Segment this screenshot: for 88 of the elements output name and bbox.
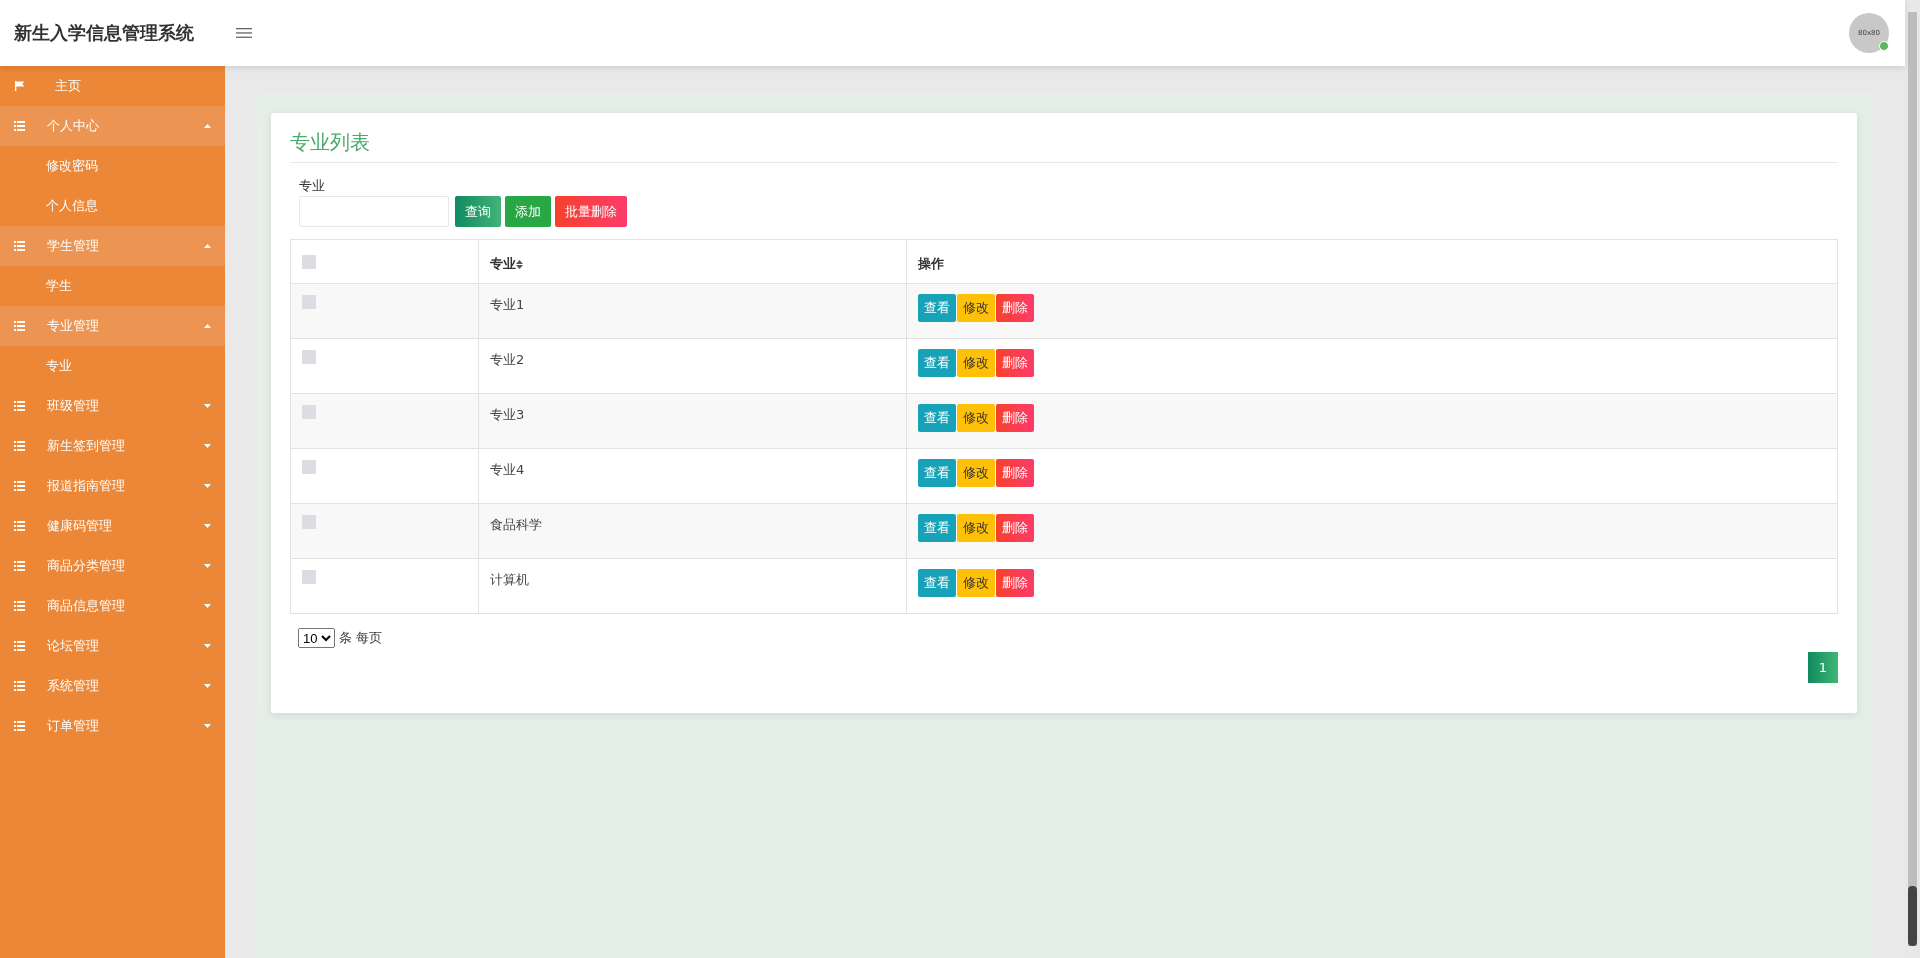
caret-icon — [204, 724, 211, 728]
caret-icon — [204, 644, 211, 648]
checkbox[interactable] — [302, 295, 316, 309]
table-cell: 专业1 — [478, 283, 907, 339]
view-button[interactable]: 查看 — [918, 459, 956, 487]
caret-icon — [204, 484, 211, 488]
list-icon — [14, 401, 25, 411]
table-cell: 专业3 — [478, 393, 907, 449]
column-header: 操作 — [906, 239, 1838, 284]
view-button[interactable]: 查看 — [918, 349, 956, 377]
list-icon — [14, 241, 25, 251]
view-button[interactable]: 查看 — [918, 294, 956, 322]
column-header[interactable]: 专业 — [478, 239, 907, 284]
add-button[interactable]: 添加 — [505, 196, 551, 227]
checkbox[interactable] — [302, 405, 316, 419]
search-button[interactable]: 查询 — [455, 196, 501, 227]
nav-group[interactable]: 班级管理 — [0, 386, 225, 426]
caret-icon — [204, 604, 211, 608]
nav-group[interactable]: 商品信息管理 — [0, 586, 225, 626]
sort-icon[interactable] — [516, 260, 523, 269]
delete-button[interactable]: 删除 — [996, 349, 1034, 377]
edit-button[interactable]: 修改 — [957, 569, 995, 597]
edit-button[interactable]: 修改 — [957, 349, 995, 377]
list-icon — [14, 521, 25, 531]
nav-group[interactable]: 商品分类管理 — [0, 546, 225, 586]
edit-button[interactable]: 修改 — [957, 459, 995, 487]
nav-group[interactable]: 系统管理 — [0, 666, 225, 706]
nav-item[interactable]: 主页 — [0, 66, 225, 106]
view-button[interactable]: 查看 — [918, 514, 956, 542]
nav-group[interactable]: 论坛管理 — [0, 626, 225, 666]
nav-group[interactable]: 专业管理 — [0, 306, 225, 346]
field-label: 专业 — [299, 177, 326, 195]
checkbox[interactable] — [302, 460, 316, 474]
input-field[interactable] — [299, 196, 449, 227]
view-button[interactable]: 查看 — [918, 569, 956, 597]
list-icon — [14, 681, 25, 691]
table-cell: 专业4 — [478, 448, 907, 504]
app-title: 新生入学信息管理系统 — [14, 21, 194, 45]
delete-button[interactable]: 批量删除 — [555, 196, 627, 227]
delete-button[interactable]: 删除 — [996, 459, 1034, 487]
caret-icon — [204, 404, 211, 408]
delete-button[interactable]: 删除 — [996, 569, 1034, 597]
list-icon — [14, 321, 25, 331]
checkbox[interactable] — [302, 515, 316, 529]
table-cell: 专业2 — [478, 338, 907, 394]
caret-icon — [204, 524, 211, 528]
nav-item[interactable]: 学生 — [0, 266, 225, 306]
page-size-select[interactable]: 10 — [298, 628, 335, 648]
page-button[interactable]: 1 — [1808, 652, 1838, 683]
list-icon — [14, 641, 25, 651]
menu-icon[interactable] — [236, 27, 252, 39]
delete-button[interactable]: 删除 — [996, 514, 1034, 542]
page-size-label: 条 每页 — [339, 629, 383, 647]
caret-icon — [204, 684, 211, 688]
list-icon — [14, 561, 25, 571]
nav-group[interactable]: 健康码管理 — [0, 506, 225, 546]
list-icon — [14, 481, 25, 491]
nav-item[interactable]: 个人信息 — [0, 186, 225, 226]
caret-icon — [204, 324, 211, 328]
nav-group[interactable]: 报道指南管理 — [0, 466, 225, 506]
delete-button[interactable]: 删除 — [996, 294, 1034, 322]
nav-item[interactable]: 修改密码 — [0, 146, 225, 186]
caret-icon — [204, 444, 211, 448]
caret-icon — [204, 564, 211, 568]
checkbox[interactable] — [302, 255, 316, 269]
scrollbar[interactable] — [1905, 0, 1920, 958]
nav-group[interactable]: 个人中心 — [0, 106, 225, 146]
flag-icon — [14, 81, 25, 91]
nav-group[interactable]: 订单管理 — [0, 706, 225, 746]
checkbox[interactable] — [302, 570, 316, 584]
nav-group[interactable]: 学生管理 — [0, 226, 225, 266]
delete-button[interactable]: 删除 — [996, 404, 1034, 432]
caret-icon — [204, 244, 211, 248]
list-icon — [14, 121, 25, 131]
edit-button[interactable]: 修改 — [957, 514, 995, 542]
nav-group[interactable]: 新生签到管理 — [0, 426, 225, 466]
table-cell: 食品科学 — [478, 503, 907, 559]
edit-button[interactable]: 修改 — [957, 294, 995, 322]
table-cell: 计算机 — [478, 558, 907, 614]
page-title: 专业列表 — [290, 129, 1838, 163]
caret-icon — [204, 124, 211, 128]
checkbox[interactable] — [302, 350, 316, 364]
list-icon — [14, 721, 25, 731]
view-button[interactable]: 查看 — [918, 404, 956, 432]
nav-item[interactable]: 专业 — [0, 346, 225, 386]
list-icon — [14, 441, 25, 451]
edit-button[interactable]: 修改 — [957, 404, 995, 432]
list-icon — [14, 601, 25, 611]
